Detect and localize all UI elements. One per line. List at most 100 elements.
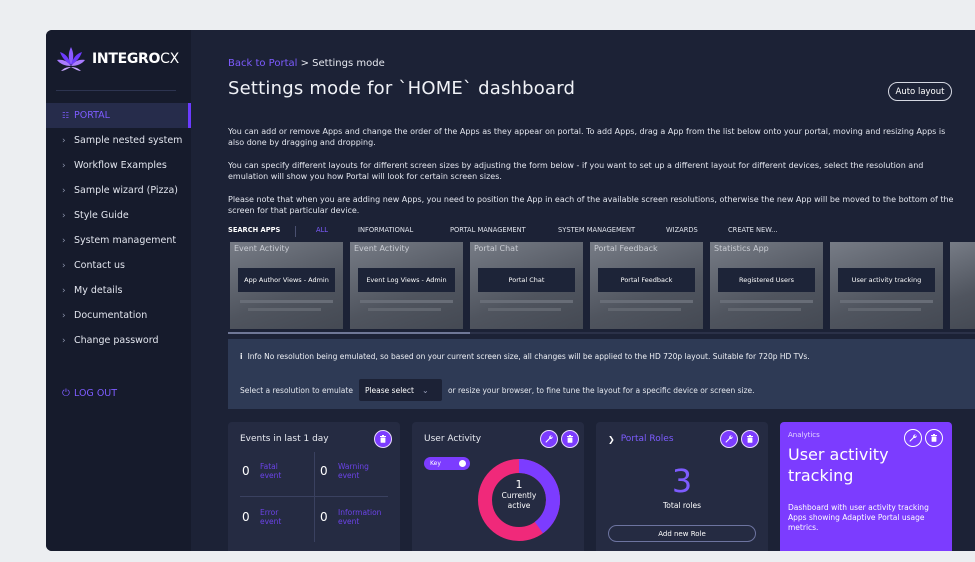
app-card-preview-title: Statistics App xyxy=(714,244,769,253)
auto-layout-button[interactable]: Auto layout xyxy=(888,82,952,101)
app-card[interactable]: Portal Chat Portal Chat xyxy=(470,242,583,329)
sidebar-item-documentation[interactable]: › Documentation xyxy=(46,303,191,328)
add-new-role-button[interactable]: Add new Role xyxy=(608,525,756,542)
stat-count: 0 xyxy=(242,510,250,524)
app-card-preview xyxy=(480,300,573,303)
wrench-icon xyxy=(725,435,733,443)
breadcrumb: Back to Portal > Settings mode xyxy=(228,58,385,69)
grid-divider xyxy=(240,496,388,497)
tab-wizards[interactable]: WIZARDS xyxy=(666,226,698,234)
app-window: INTEGROCX ☷ PORTAL › Sample nested system … xyxy=(46,30,975,551)
trash-icon xyxy=(931,434,937,442)
grid-icon: ☷ xyxy=(62,111,70,120)
information-event-stat: 0 Information event xyxy=(320,508,381,526)
active-user-count: 1 xyxy=(515,478,523,491)
trash-icon xyxy=(567,435,573,443)
tab-create-new[interactable]: CREATE NEW... xyxy=(728,226,777,234)
logout-button[interactable]: ⏻ LOG OUT xyxy=(62,388,117,399)
key-toggle-label: Key xyxy=(430,460,441,467)
configure-app-button[interactable] xyxy=(720,430,738,448)
wrench-icon xyxy=(909,434,917,442)
gear-icon xyxy=(459,460,466,467)
sidebar-item-sample-wizard[interactable]: › Sample wizard (Pizza) xyxy=(46,178,191,203)
brand-logo[interactable]: INTEGROCX xyxy=(56,44,179,74)
app-card[interactable]: Event Activity Event Log Views - Admin xyxy=(350,242,463,329)
chevron-right-icon: › xyxy=(62,160,66,171)
sidebar-nav: ☷ PORTAL › Sample nested system › Workflow … xyxy=(46,103,191,353)
tab-divider xyxy=(295,226,296,237)
tab-all[interactable]: ALL xyxy=(316,226,328,234)
emulation-info-panel: i Info No resolution being emulated, so b… xyxy=(228,339,975,409)
chevron-right-icon: › xyxy=(62,185,66,196)
chevron-right-icon: › xyxy=(62,260,66,271)
sidebar-item-workflow-examples[interactable]: › Workflow Examples xyxy=(46,153,191,178)
sidebar-item-sample-nested-system[interactable]: › Sample nested system xyxy=(46,128,191,153)
app-card-preview xyxy=(720,300,813,303)
analytics-description: Dashboard with user activity tracking Ap… xyxy=(788,503,929,532)
key-toggle[interactable]: Key xyxy=(424,457,470,470)
stat-label: Warning event xyxy=(338,462,369,480)
sidebar-item-contact-us[interactable]: › Contact us xyxy=(46,253,191,278)
app-card-partial[interactable] xyxy=(950,242,975,329)
stat-label: Fatal event xyxy=(260,462,282,480)
app-card-preview xyxy=(848,308,921,311)
portal-roles-panel: ❯ Portal Roles 3 Total roles Add new Rol… xyxy=(596,422,768,551)
sidebar-item-my-details[interactable]: › My details xyxy=(46,278,191,303)
trash-icon xyxy=(747,435,753,443)
resolution-select-value: Please select xyxy=(364,385,414,395)
back-to-portal-link[interactable]: Back to Portal xyxy=(228,58,297,69)
intro-paragraph-3: Please note that when you are adding new… xyxy=(228,195,954,215)
wrench-icon xyxy=(545,435,553,443)
analytics-panel: Analytics User activity tracking Dashboa… xyxy=(780,422,952,551)
sidebar-item-style-guide[interactable]: › Style Guide xyxy=(46,203,191,228)
chevron-right-icon: › xyxy=(62,135,66,146)
search-apps-tab[interactable]: SEARCH APPS xyxy=(228,226,280,234)
tab-system-management[interactable]: SYSTEM MANAGEMENT xyxy=(558,226,635,234)
delete-app-button[interactable] xyxy=(561,430,579,448)
gallery-scrollbar-thumb[interactable] xyxy=(228,332,470,334)
sidebar-item-label: Contact us xyxy=(74,260,125,271)
app-card[interactable]: Event Activity App Author Views - Admin xyxy=(230,242,343,329)
roles-caption: Total roles xyxy=(662,501,701,510)
sidebar-item-portal[interactable]: ☷ PORTAL xyxy=(46,103,191,128)
info-message: i Info No resolution being emulated, so b… xyxy=(240,352,810,361)
chevron-right-icon: › xyxy=(62,235,66,246)
analytics-title: User activity tracking xyxy=(788,445,889,485)
app-gallery: Event Activity App Author Views - Admin … xyxy=(228,240,975,332)
tab-portal-management[interactable]: PORTAL MANAGEMENT xyxy=(450,226,526,234)
chevron-down-icon: ⌄ xyxy=(421,385,429,395)
app-card-preview-title: Event Activity xyxy=(354,244,410,253)
emulate-suffix: or resize your browser, to fine tune the… xyxy=(447,385,755,395)
app-card-label: Event Log Views - Admin xyxy=(358,268,455,292)
delete-app-button[interactable] xyxy=(374,430,392,448)
sidebar-item-change-password[interactable]: › Change password xyxy=(46,328,191,353)
app-filter-tabs: SEARCH APPS ALL INFORMATIONAL PORTAL MAN… xyxy=(228,226,973,240)
app-card-preview xyxy=(488,308,561,311)
sidebar-item-system-management[interactable]: › System management xyxy=(46,228,191,253)
portal-roles-header[interactable]: ❯ Portal Roles xyxy=(608,434,674,444)
app-card-label: App Author Views - Admin xyxy=(238,268,335,292)
stat-count: 0 xyxy=(320,464,328,478)
power-icon: ⏻ xyxy=(62,388,70,399)
donut-caption: Currently xyxy=(501,491,537,500)
fatal-event-stat: 0 Fatal event xyxy=(242,462,281,480)
app-card-preview xyxy=(728,308,801,311)
app-card[interactable]: User activity tracking xyxy=(830,242,943,329)
app-card-preview xyxy=(248,308,321,311)
stat-label: Error event xyxy=(260,508,282,526)
tab-informational[interactable]: INFORMATIONAL xyxy=(358,226,413,234)
sidebar-divider xyxy=(56,90,176,91)
portal-roles-title: Portal Roles xyxy=(620,434,674,444)
app-card[interactable]: Statistics App Registered Users xyxy=(710,242,823,329)
resolution-select[interactable]: Please select ⌄ xyxy=(358,379,442,401)
configure-app-button[interactable] xyxy=(540,430,558,448)
delete-app-button[interactable] xyxy=(741,430,759,448)
app-card-preview-title: Event Activity xyxy=(234,244,290,253)
chevron-down-icon: ❯ xyxy=(608,434,615,444)
events-panel-title: Events in last 1 day xyxy=(240,434,329,444)
sidebar-item-label: My details xyxy=(74,285,123,296)
app-card[interactable]: Portal Feedback Portal Feedback xyxy=(590,242,703,329)
sidebar-item-label: Change password xyxy=(74,335,159,346)
app-card-preview xyxy=(360,300,453,303)
app-card-preview xyxy=(240,300,333,303)
